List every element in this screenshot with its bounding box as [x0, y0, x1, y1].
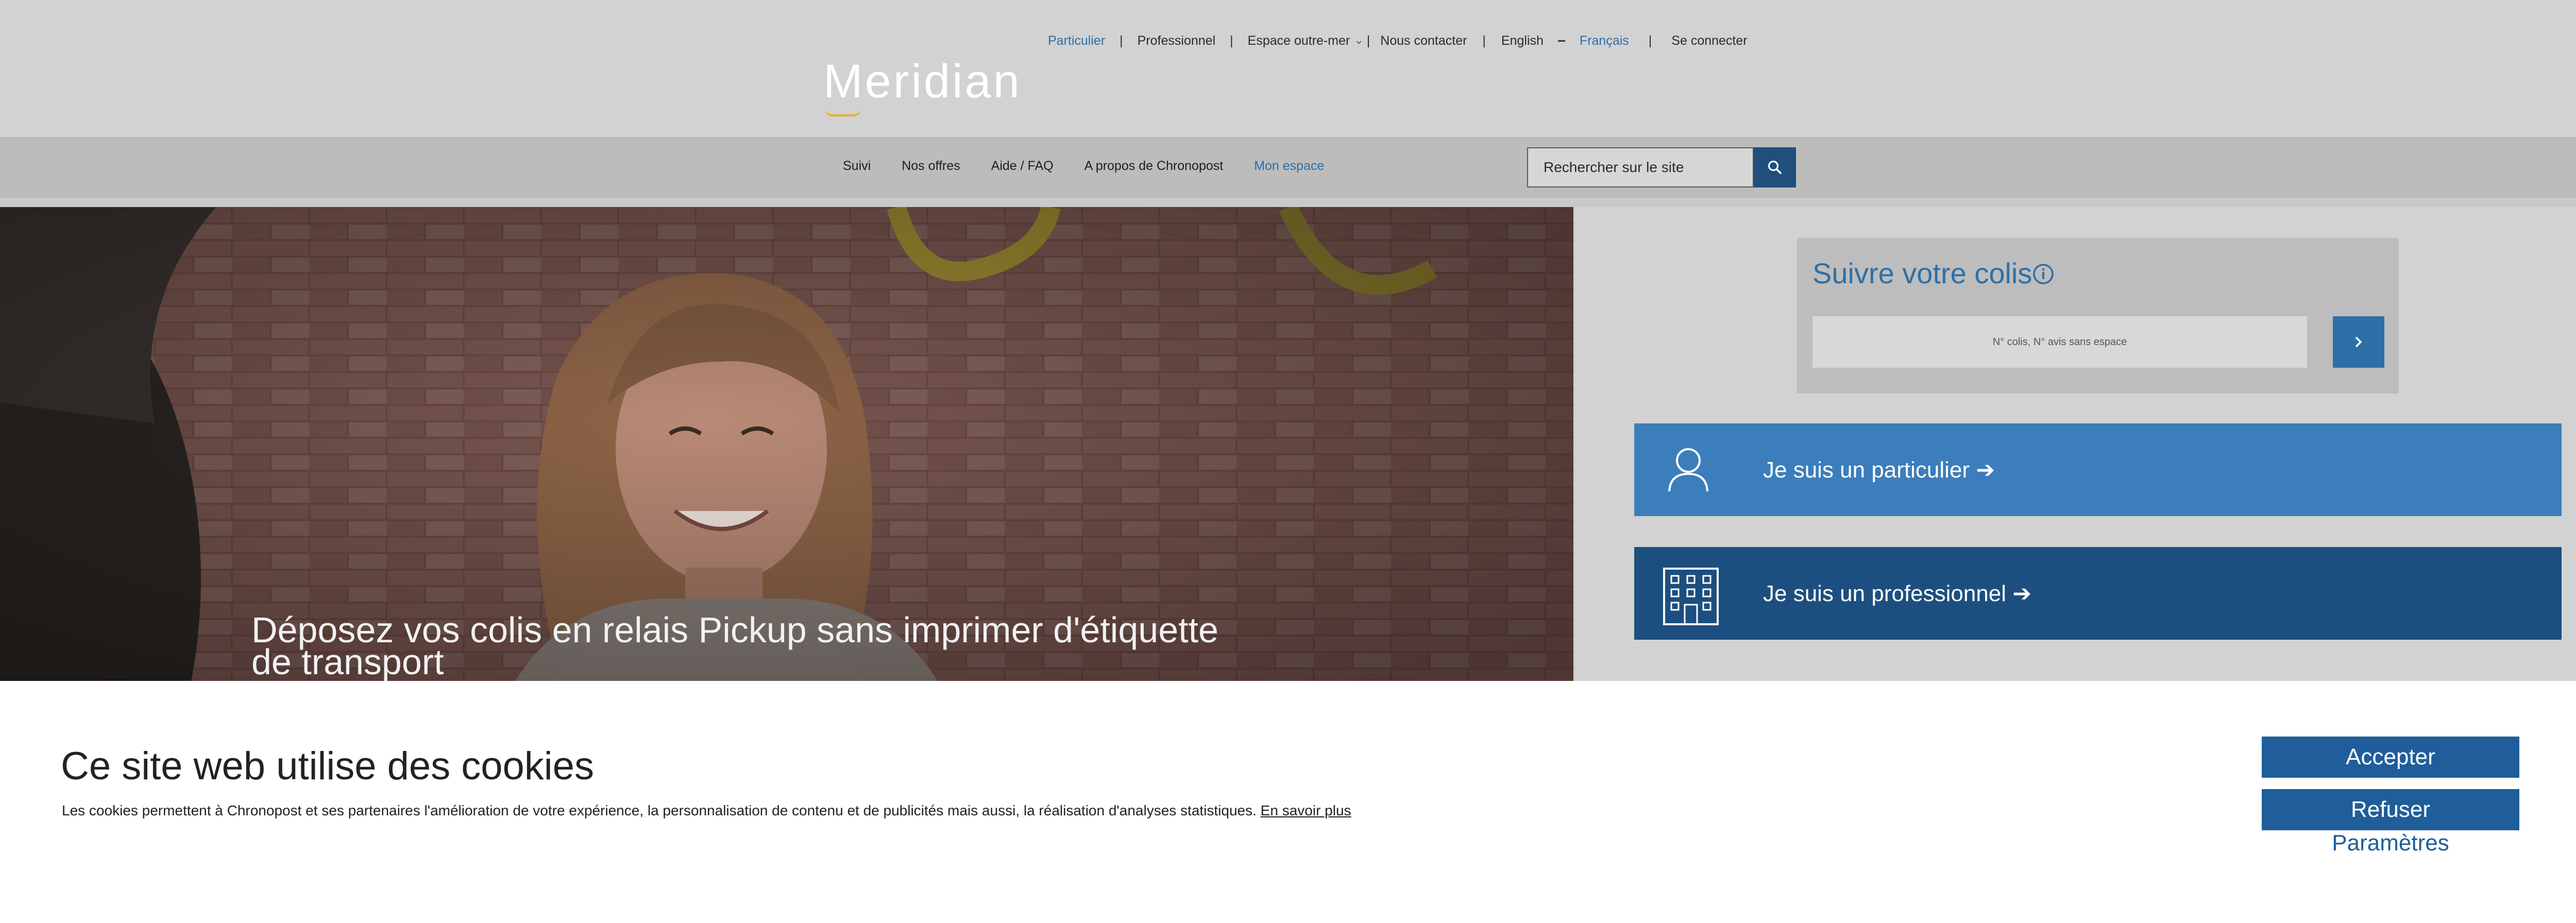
search-input[interactable]: [1527, 147, 1754, 187]
right-panel: Suivre votre colis Je suis un particulie…: [1573, 207, 2576, 681]
separator: |: [1366, 33, 1370, 48]
top-links-bar: Particulier | Professionnel | Espace out…: [1048, 32, 1748, 49]
person-icon: [1668, 448, 1708, 492]
lang-divider: [1557, 40, 1565, 42]
link-espace-outremer[interactable]: Espace outre-mer ⌄: [1248, 33, 1364, 48]
cookie-banner: Ce site web utilise des cookies Les cook…: [0, 681, 2576, 923]
cookie-settings-link[interactable]: Paramètres: [2262, 830, 2519, 856]
accept-cookies-button[interactable]: Accepter: [2262, 737, 2519, 778]
outremer-label: Espace outre-mer: [1247, 33, 1350, 48]
tracking-number-input[interactable]: [1812, 316, 2307, 368]
logo-swoosh: [824, 108, 861, 116]
tracking-card: Suivre votre colis: [1797, 238, 2399, 394]
separator: |: [1230, 33, 1233, 48]
nav-aide-faq[interactable]: Aide / FAQ: [991, 159, 1054, 174]
separator: |: [1120, 33, 1123, 48]
login-link[interactable]: Se connecter: [1671, 33, 1747, 48]
lang-english[interactable]: English: [1501, 33, 1544, 48]
particulier-label: Je suis un particulier ➔: [1763, 457, 1995, 483]
separator: |: [1648, 33, 1652, 48]
cookie-description: Les cookies permettent à Chronopost et s…: [62, 802, 1351, 819]
professionnel-label: Je suis un professionnel ➔: [1763, 580, 2032, 606]
lang-francais[interactable]: Français: [1580, 33, 1629, 48]
info-icon[interactable]: [2032, 263, 2055, 285]
link-nous-contacter[interactable]: Nous contacter: [1380, 33, 1467, 48]
link-particulier[interactable]: Particulier: [1048, 33, 1105, 48]
main-navbar: Suivi Nos offres Aide / FAQ A propos de …: [0, 137, 2576, 198]
search-button[interactable]: [1754, 147, 1796, 187]
nav-a-propos[interactable]: A propos de Chronopost: [1084, 159, 1224, 174]
chevron-right-icon: [2355, 336, 2362, 348]
tracking-title: Suivre votre colis: [1812, 257, 2032, 289]
particulier-button[interactable]: Je suis un particulier ➔: [1634, 423, 2562, 516]
nav-nos-offres[interactable]: Nos offres: [902, 159, 960, 174]
search-icon: [1768, 160, 1782, 174]
navbar-divider: [0, 198, 2576, 207]
tracking-submit-button[interactable]: [2333, 316, 2384, 368]
link-professionnel[interactable]: Professionnel: [1138, 33, 1215, 48]
chevron-down-icon: ⌄: [1354, 33, 1364, 46]
hero-banner[interactable]: Déposez vos colis en relais Pickup sans …: [0, 207, 1573, 681]
nav-mon-espace[interactable]: Mon espace: [1254, 159, 1324, 174]
cookie-text: Les cookies permettent à Chronopost et s…: [62, 802, 1257, 818]
separator: |: [1482, 33, 1486, 48]
nav-suivi[interactable]: Suivi: [843, 159, 871, 174]
cookie-learn-more-link[interactable]: En savoir plus: [1261, 802, 1351, 818]
site-logo[interactable]: Meridian: [823, 58, 1022, 105]
cookie-title: Ce site web utilise des cookies: [61, 744, 594, 788]
nav-menu: Suivi Nos offres Aide / FAQ A propos de …: [843, 159, 1355, 174]
refuse-cookies-button[interactable]: Refuser: [2262, 789, 2519, 830]
building-icon: [1663, 568, 1719, 625]
hero-caption: Déposez vos colis en relais Pickup sans …: [251, 610, 1218, 681]
professionnel-button[interactable]: Je suis un professionnel ➔: [1634, 547, 2562, 640]
